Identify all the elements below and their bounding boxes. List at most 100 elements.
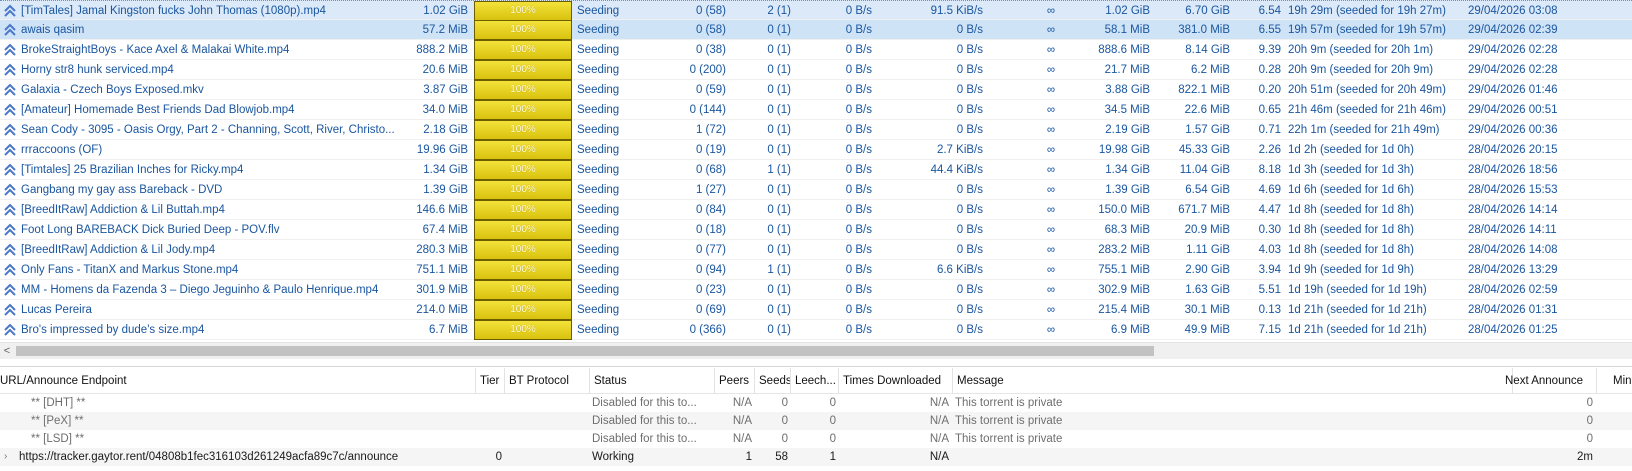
- seeding-time: 19h 29m (seeded for 19h 27m): [1288, 5, 1446, 17]
- tracker-next-announce: 0: [1586, 415, 1593, 427]
- share-ratio: 0.71: [1258, 124, 1281, 136]
- torrent-row[interactable]: awais qasim 57.2 MiB 100% Seeding 0 (58) 0 (1…: [0, 20, 1632, 40]
- torrent-row[interactable]: [BreedItRaw] Addiction & Lil Buttah.mp4 1…: [0, 200, 1632, 220]
- tracker-seeds: 0: [781, 397, 788, 409]
- seeding-time: 1d 8h (seeded for 1d 8h): [1288, 244, 1414, 256]
- share-ratio: 0.65: [1258, 104, 1281, 116]
- seeding-time: 20h 51m (seeded for 20h 49m): [1288, 84, 1446, 96]
- tracker-row[interactable]: ** [DHT] ** Disabled for this to... N/A 0 0 N…: [0, 394, 1632, 412]
- share-ratio: 5.51: [1258, 284, 1281, 296]
- tracker-status: Disabled for this to...: [592, 433, 697, 445]
- share-ratio: 9.39: [1258, 44, 1281, 56]
- share-ratio: 6.55: [1258, 24, 1281, 36]
- torrent-row[interactable]: Foot Long BAREBACK Dick Buried Deep - PO…: [0, 220, 1632, 240]
- seeding-time: 1d 8h (seeded for 1d 8h): [1288, 204, 1414, 216]
- share-ratio: 0.30: [1258, 224, 1281, 236]
- expand-chevron-icon[interactable]: ›: [4, 448, 14, 466]
- added-on: 28/04/2026 01:31: [1468, 304, 1558, 316]
- torrent-row[interactable]: BrokeStraightBoys - Kace Axel & Malakai …: [0, 40, 1632, 60]
- added-on: 29/04/2026 02:28: [1468, 44, 1558, 56]
- seeding-time: 20h 9m (seeded for 20h 9m): [1288, 64, 1434, 76]
- tracker-message: [955, 448, 1455, 466]
- share-ratio: 4.69: [1258, 184, 1281, 196]
- torrent-row[interactable]: [Timtales] 25 Brazilian Inches for Ricky…: [0, 160, 1632, 180]
- added-on: 29/04/2026 03:08: [1468, 5, 1558, 17]
- panel-divider[interactable]: [0, 366, 1632, 367]
- scrollbar-thumb[interactable]: [16, 346, 1154, 356]
- share-ratio: 7.15: [1258, 324, 1281, 336]
- column-header-status[interactable]: Status: [590, 368, 715, 394]
- added-on: 29/04/2026 02:39: [1468, 24, 1558, 36]
- tracker-tier: [476, 430, 502, 448]
- column-header-tier[interactable]: Tier: [476, 368, 505, 394]
- tracker-peers: N/A: [732, 397, 752, 409]
- horizontal-scrollbar[interactable]: <: [0, 342, 1632, 359]
- tracker-message: This torrent is private: [955, 415, 1063, 427]
- torrent-row[interactable]: Lucas Pereira 214.0 MiB 100% Seeding 0 (69) 0…: [0, 300, 1632, 320]
- tracker-tier: 0: [495, 451, 502, 463]
- tracker-peers: N/A: [732, 433, 752, 445]
- column-header-bt-protocol[interactable]: BT Protocol: [505, 368, 590, 394]
- expand-chevron-icon[interactable]: [4, 394, 14, 412]
- column-header-url[interactable]: URL/Announce Endpoint: [0, 368, 476, 394]
- expand-chevron-icon[interactable]: [4, 412, 14, 430]
- expand-chevron-icon[interactable]: [4, 430, 14, 448]
- column-header-next-announce[interactable]: Next Announce: [1501, 368, 1597, 394]
- seeding-time: 21h 46m (seeded for 21h 46m): [1288, 104, 1446, 116]
- torrent-row[interactable]: MM - Homens da Fazenda 3 – Diego Jeguinh…: [0, 280, 1632, 300]
- torrent-row[interactable]: [Amateur] Homemade Best Friends Dad Blow…: [0, 100, 1632, 120]
- seeding-time: 1d 19h (seeded for 1d 19h): [1288, 284, 1427, 296]
- torrent-row[interactable]: Galaxia - Czech Boys Exposed.mkv 3.87 GiB…: [0, 80, 1632, 100]
- tracker-url: ** [PeX] **: [31, 415, 84, 427]
- seeding-time: 20h 9m (seeded for 20h 1m): [1288, 44, 1434, 56]
- tracker-message: This torrent is private: [955, 397, 1063, 409]
- added-on: 29/04/2026 00:51: [1468, 104, 1558, 116]
- torrent-row[interactable]: Sean Cody - 3095 - Oasis Orgy, Part 2 - …: [0, 120, 1632, 140]
- added-on: 28/04/2026 18:56: [1468, 164, 1558, 176]
- tracker-next-announce: 2m: [1577, 451, 1593, 463]
- tracker-protocol: [505, 430, 585, 448]
- torrent-row[interactable]: Gangbang my gay ass Bareback - DVD 1.39 G…: [0, 180, 1632, 200]
- column-header-message[interactable]: Message: [953, 368, 1513, 394]
- tracker-leechers: 0: [829, 415, 836, 427]
- added-on: 28/04/2026 14:11: [1468, 224, 1557, 236]
- torrent-row[interactable]: Bro's impressed by dude's size.mp4 6.7 Mi…: [0, 320, 1632, 340]
- scroll-left-arrow-icon[interactable]: <: [0, 343, 14, 359]
- tracker-seeds: 0: [781, 433, 788, 445]
- column-header-seeds[interactable]: Seeds: [755, 368, 791, 394]
- tracker-status: Working: [592, 451, 634, 463]
- tracker-row[interactable]: ** [LSD] ** Disabled for this to... N/A 0 0 N…: [0, 430, 1632, 448]
- torrent-row[interactable]: rrraccoons (OF) 19.96 GiB 100% Seeding 0 (19…: [0, 140, 1632, 160]
- share-ratio: 8.18: [1258, 164, 1281, 176]
- tracker-times-downloaded: N/A: [929, 451, 949, 463]
- share-ratio: 2.26: [1258, 144, 1281, 156]
- added-on: 28/04/2026 20:15: [1468, 144, 1558, 156]
- tracker-protocol: [505, 448, 585, 466]
- share-ratio: 0.20: [1258, 84, 1281, 96]
- torrent-row[interactable]: [TimTales] Jamal Kingston fucks John Tho…: [0, 0, 1632, 21]
- column-header-min[interactable]: Min: [1609, 368, 1632, 394]
- seeding-time: 1d 8h (seeded for 1d 8h): [1288, 224, 1414, 236]
- tracker-protocol: [505, 412, 585, 430]
- tracker-seeds: 58: [775, 451, 788, 463]
- seeding-time: 1d 3h (seeded for 1d 3h): [1288, 164, 1414, 176]
- tracker-protocol: [505, 394, 585, 412]
- tracker-row[interactable]: › https://tracker.gaytor.rent/04808b1fec3…: [0, 448, 1632, 466]
- added-on: 28/04/2026 13:29: [1468, 264, 1558, 276]
- added-on: 28/04/2026 02:59: [1468, 284, 1558, 296]
- share-ratio: 3.94: [1258, 264, 1281, 276]
- torrent-row[interactable]: Only Fans - TitanX and Markus Stone.mp4 7…: [0, 260, 1632, 280]
- added-on: 29/04/2026 01:46: [1468, 84, 1558, 96]
- torrent-row[interactable]: [BreedItRaw] Addiction & Lil Jody.mp4 280…: [0, 240, 1632, 260]
- tracker-times-downloaded: N/A: [929, 415, 949, 427]
- seeding-time: 1d 6h (seeded for 1d 6h): [1288, 184, 1414, 196]
- column-header-leechers[interactable]: Leech...: [791, 368, 839, 394]
- tracker-status: Disabled for this to...: [592, 415, 697, 427]
- seeding-time: 22h 1m (seeded for 21h 49m): [1288, 124, 1440, 136]
- tracker-row[interactable]: ** [PeX] ** Disabled for this to... N/A 0 0 N…: [0, 412, 1632, 430]
- tracker-leechers: 0: [829, 397, 836, 409]
- tracker-url: https://tracker.gaytor.rent/04808b1fec31…: [19, 451, 399, 463]
- column-header-peers[interactable]: Peers: [715, 368, 755, 394]
- torrent-row[interactable]: Horny str8 hunk serviced.mp4 20.6 MiB 100%…: [0, 60, 1632, 80]
- column-header-times-downloaded[interactable]: Times Downloaded: [839, 368, 953, 394]
